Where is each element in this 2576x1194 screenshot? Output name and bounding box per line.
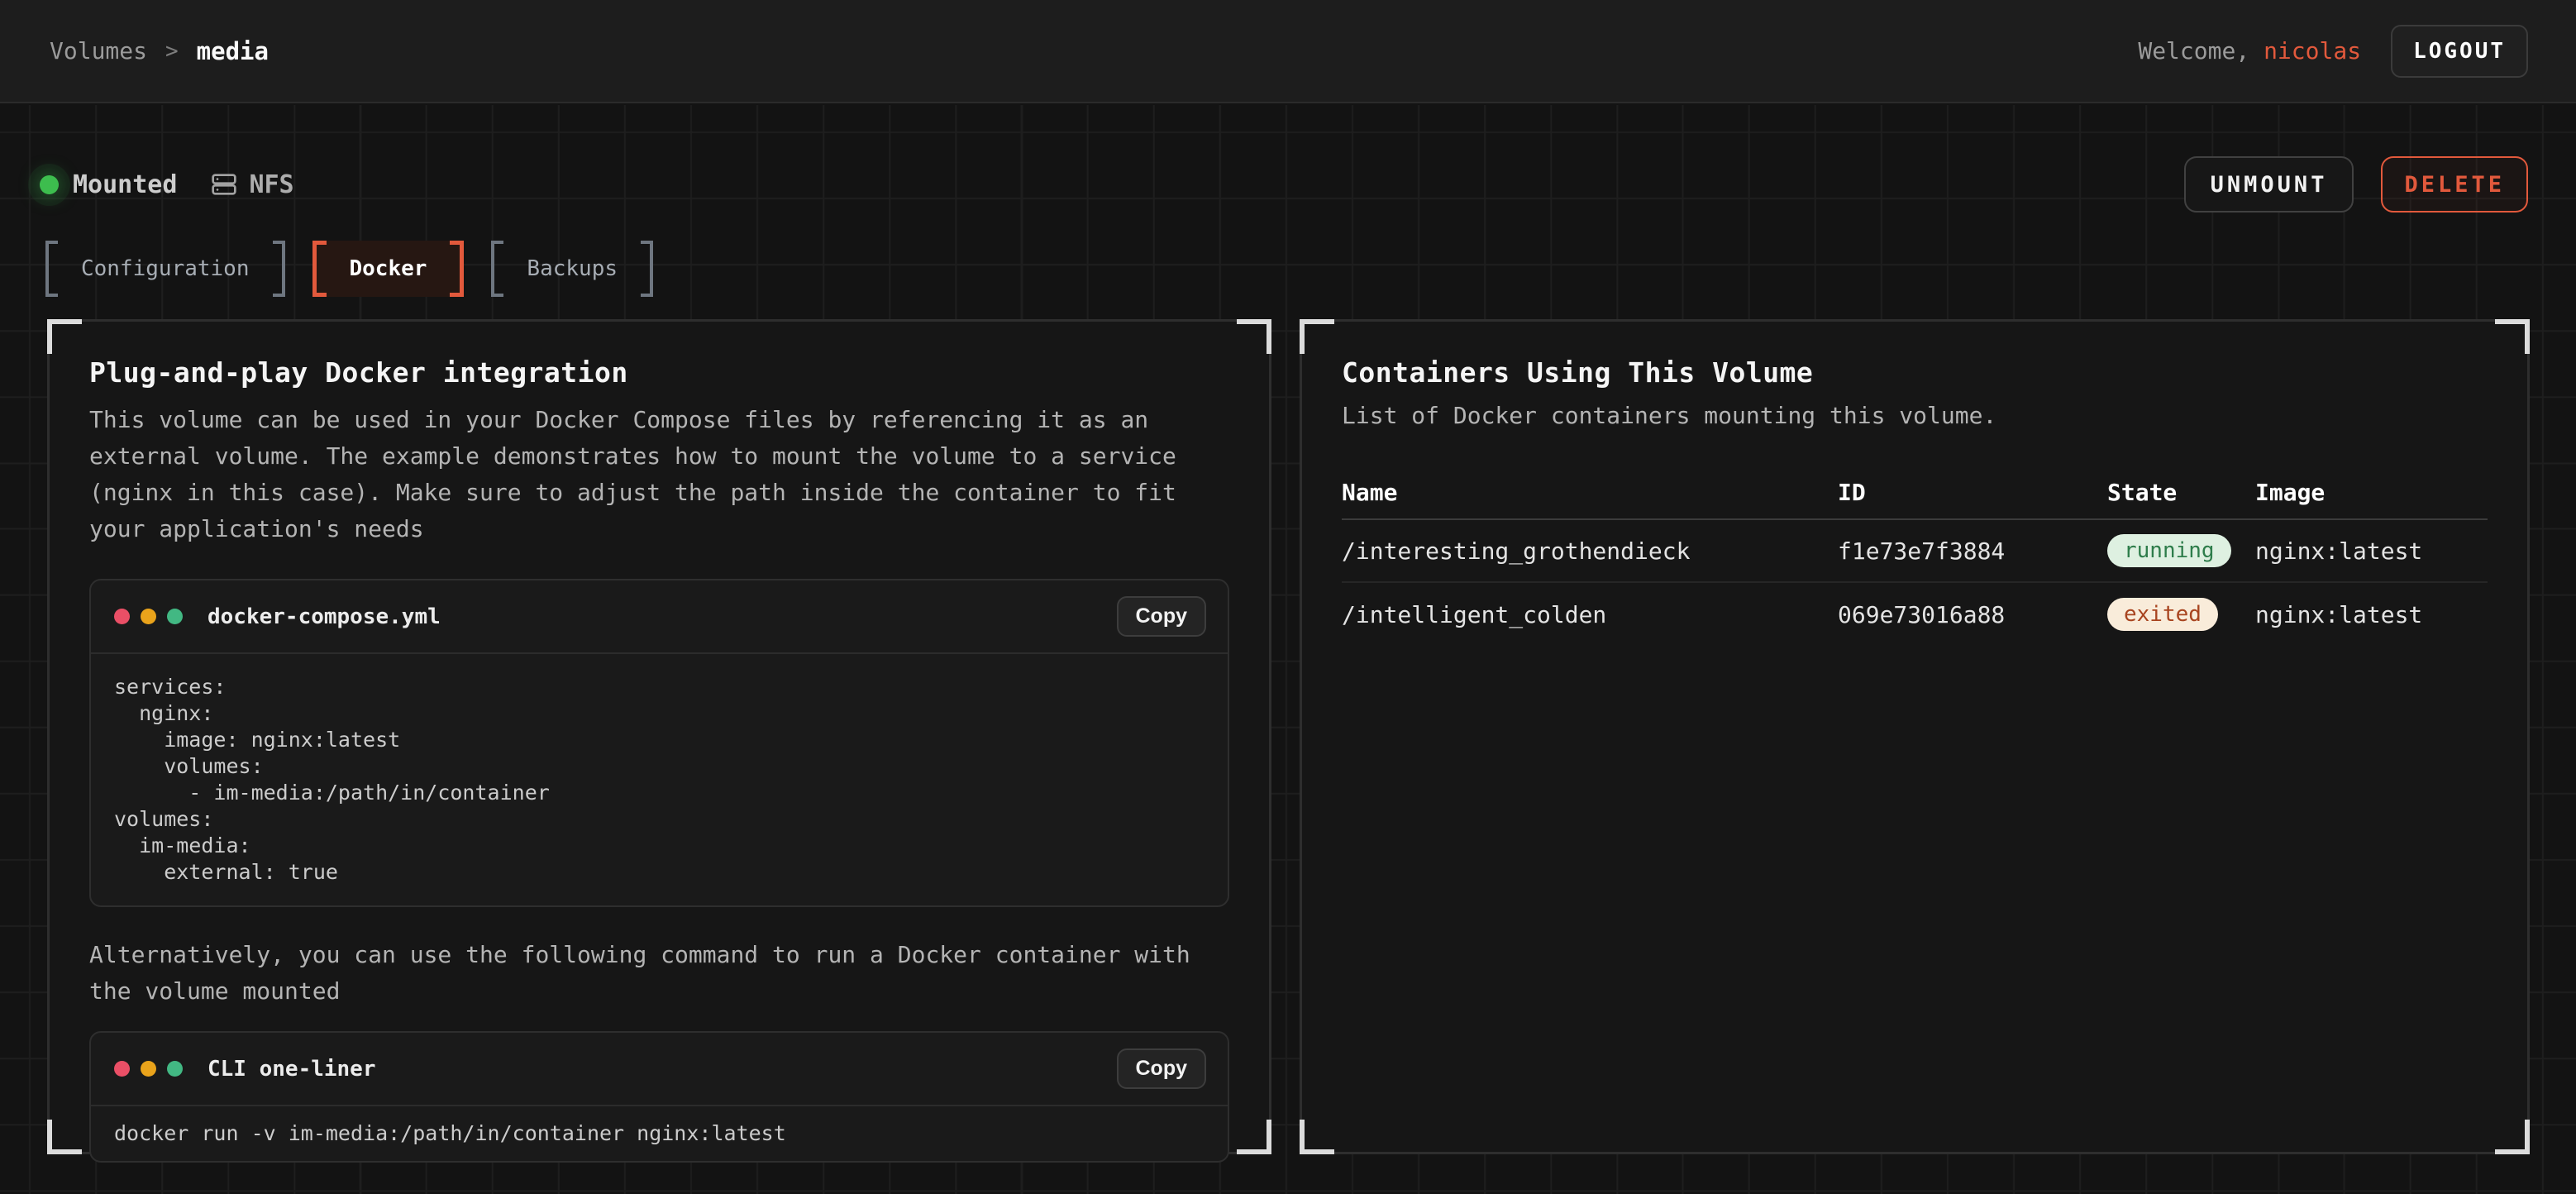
containers-panel-subtitle: List of Docker containers mounting this … — [1342, 402, 2488, 429]
corner-bracket-icon — [2495, 319, 2530, 354]
delete-button[interactable]: DELETE — [2381, 156, 2528, 213]
corner-bracket-icon — [1237, 319, 1271, 354]
welcome-text: Welcome, nicolas — [2138, 37, 2361, 64]
welcome-prefix: Welcome, — [2138, 37, 2249, 64]
containers-panel: Containers Using This Volume List of Doc… — [1300, 319, 2530, 1154]
column-header-state: State — [2107, 479, 2255, 506]
column-header-image: Image — [2255, 479, 2488, 506]
compose-code-block: docker-compose.yml Copy services: nginx:… — [89, 579, 1229, 907]
cli-title: CLI one-liner — [208, 1057, 376, 1082]
volume-status-row: Mounted NFS UNMOUNT DELETE — [40, 151, 2528, 217]
breadcrumb-volumes-link[interactable]: Volumes — [50, 37, 147, 64]
container-id: 069e73016a88 — [1838, 601, 2107, 628]
container-name: /interesting_grothendieck — [1342, 537, 1838, 565]
cli-code-header: CLI one-liner Copy — [91, 1033, 1228, 1106]
tab-label: Configuration — [58, 241, 273, 297]
container-image: nginx:latest — [2255, 537, 2488, 565]
green-dot-icon — [167, 1061, 183, 1077]
red-dot-icon — [114, 1061, 130, 1077]
amber-dot-icon — [141, 1061, 156, 1077]
table-row: /intelligent_colden 069e73016a88 exited … — [1342, 583, 2488, 646]
cli-code-body: docker run -v im-media:/path/in/containe… — [91, 1106, 1228, 1161]
breadcrumb: Volumes > media — [50, 37, 269, 65]
volume-actions: UNMOUNT DELETE — [2184, 156, 2528, 213]
cli-intro-text: Alternatively, you can use the following… — [89, 937, 1229, 1010]
tab-backups[interactable]: Backups — [491, 241, 653, 297]
containers-panel-title: Containers Using This Volume — [1342, 356, 2488, 389]
docker-integration-panel: Plug-and-play Docker integration This vo… — [47, 319, 1271, 1154]
window-dots-icon — [114, 1061, 183, 1077]
tab-bracket-left — [312, 241, 327, 297]
compose-filename: docker-compose.yml — [208, 604, 441, 629]
volume-detail-page: { "topbar": { "breadcrumb": { "parent": … — [0, 0, 2576, 1194]
tab-bracket-left — [45, 241, 58, 297]
chevron-right-icon: > — [165, 39, 179, 64]
server-icon — [211, 171, 237, 198]
tab-configuration[interactable]: Configuration — [45, 241, 285, 297]
table-header-row: Name ID State Image — [1342, 466, 2488, 520]
tab-bracket-left — [491, 241, 503, 297]
corner-bracket-icon — [1300, 319, 1334, 354]
tab-label: Docker — [327, 241, 451, 297]
docker-panel-title: Plug-and-play Docker integration — [89, 356, 1229, 389]
panels-row: Plug-and-play Docker integration This vo… — [47, 319, 2530, 1154]
driver-indicator: NFS — [211, 170, 293, 199]
column-header-id: ID — [1838, 479, 2107, 506]
tab-bracket-right — [641, 241, 653, 297]
compose-code-body: services: nginx: image: nginx:latest vol… — [91, 654, 1228, 905]
column-header-name: Name — [1342, 479, 1838, 506]
username: nicolas — [2264, 37, 2361, 64]
status-badge: exited — [2107, 598, 2218, 631]
top-bar-right: Welcome, nicolas LOGOUT — [2138, 25, 2528, 78]
container-id: f1e73e7f3884 — [1838, 537, 2107, 565]
corner-bracket-icon — [1237, 1120, 1271, 1154]
unmount-button[interactable]: UNMOUNT — [2184, 156, 2354, 213]
volume-status: Mounted NFS — [40, 170, 294, 199]
corner-bracket-icon — [2495, 1120, 2530, 1154]
red-dot-icon — [114, 609, 130, 624]
compose-code: services: nginx: image: nginx:latest vol… — [114, 674, 1205, 886]
tab-bracket-right — [450, 241, 464, 297]
container-name: /intelligent_colden — [1342, 601, 1838, 628]
amber-dot-icon — [141, 609, 156, 624]
tab-docker[interactable]: Docker — [312, 241, 465, 297]
compose-code-header: docker-compose.yml Copy — [91, 580, 1228, 654]
page-content: Mounted NFS UNMOUNT DELETE Configuration — [0, 105, 2576, 1194]
container-image: nginx:latest — [2255, 601, 2488, 628]
mounted-status-dot-icon — [40, 175, 59, 194]
table-row: /interesting_grothendieck f1e73e7f3884 r… — [1342, 520, 2488, 583]
container-state-cell: exited — [2107, 598, 2255, 631]
breadcrumb-current-volume: media — [197, 37, 269, 65]
corner-bracket-icon — [47, 319, 82, 354]
tab-bracket-right — [273, 241, 285, 297]
container-state-cell: running — [2107, 534, 2255, 567]
cli-code: docker run -v im-media:/path/in/containe… — [114, 1120, 1205, 1147]
tab-bar: Configuration Docker Backups — [45, 241, 2528, 297]
logout-button[interactable]: LOGOUT — [2391, 25, 2528, 78]
green-dot-icon — [167, 609, 183, 624]
containers-table: Name ID State Image /interesting_grothen… — [1342, 466, 2488, 646]
corner-bracket-icon — [1300, 1120, 1334, 1154]
cli-code-block: CLI one-liner Copy docker run -v im-medi… — [89, 1031, 1229, 1163]
driver-label: NFS — [249, 170, 293, 199]
window-dots-icon — [114, 609, 183, 624]
status-badge: running — [2107, 534, 2231, 567]
mounted-status-label: Mounted — [73, 170, 177, 199]
copy-compose-button[interactable]: Copy — [1117, 596, 1207, 637]
corner-bracket-icon — [47, 1120, 82, 1154]
tab-label: Backups — [503, 241, 641, 297]
copy-cli-button[interactable]: Copy — [1117, 1048, 1207, 1089]
docker-panel-description: This volume can be used in your Docker C… — [89, 402, 1229, 547]
top-bar: Volumes > media Welcome, nicolas LOGOUT — [0, 0, 2576, 103]
